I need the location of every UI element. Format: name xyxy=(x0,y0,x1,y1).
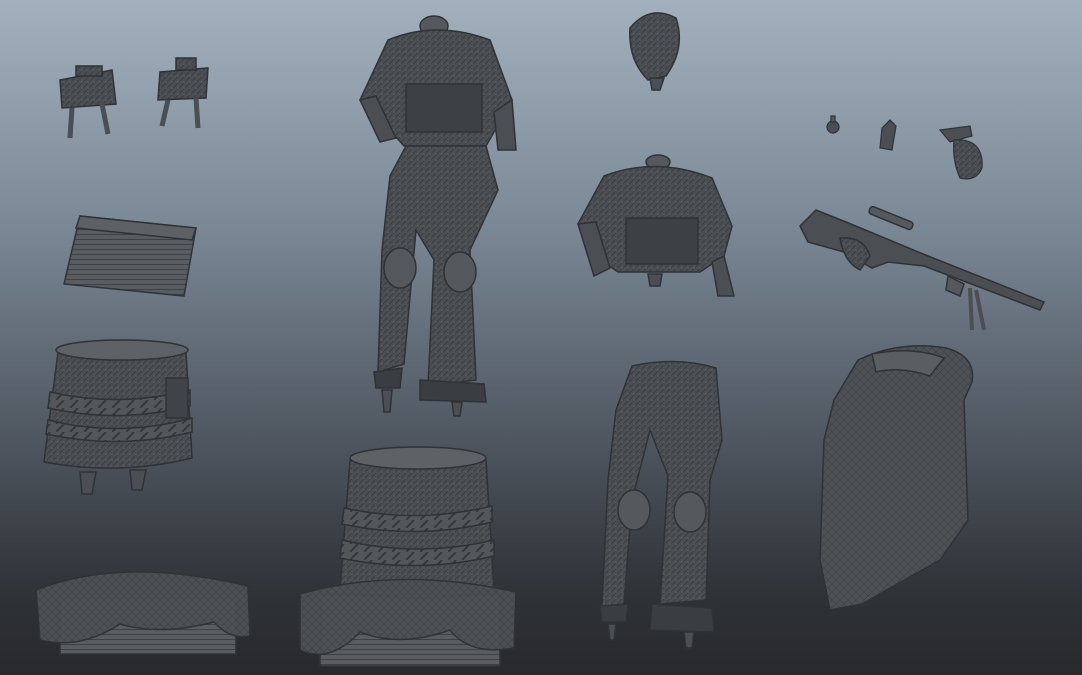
head[interactable] xyxy=(629,12,681,91)
canister[interactable] xyxy=(879,119,897,151)
supply-crate[interactable] xyxy=(63,215,198,297)
barrel-on-base[interactable] xyxy=(299,446,517,667)
legs[interactable] xyxy=(599,360,723,649)
cloak[interactable] xyxy=(819,344,974,611)
model-scene xyxy=(35,12,1046,667)
torso-vest[interactable] xyxy=(577,154,735,297)
full-soldier-figure[interactable] xyxy=(358,15,517,417)
barrel-base[interactable] xyxy=(43,339,193,495)
ground-base-left[interactable] xyxy=(35,571,251,655)
sniper-rifle[interactable] xyxy=(799,205,1046,331)
claymore-mine[interactable] xyxy=(59,65,117,139)
pistol-hand[interactable] xyxy=(938,125,983,180)
viewport xyxy=(0,0,1082,675)
claymore-mine[interactable] xyxy=(157,57,209,129)
grenade[interactable] xyxy=(826,115,840,134)
